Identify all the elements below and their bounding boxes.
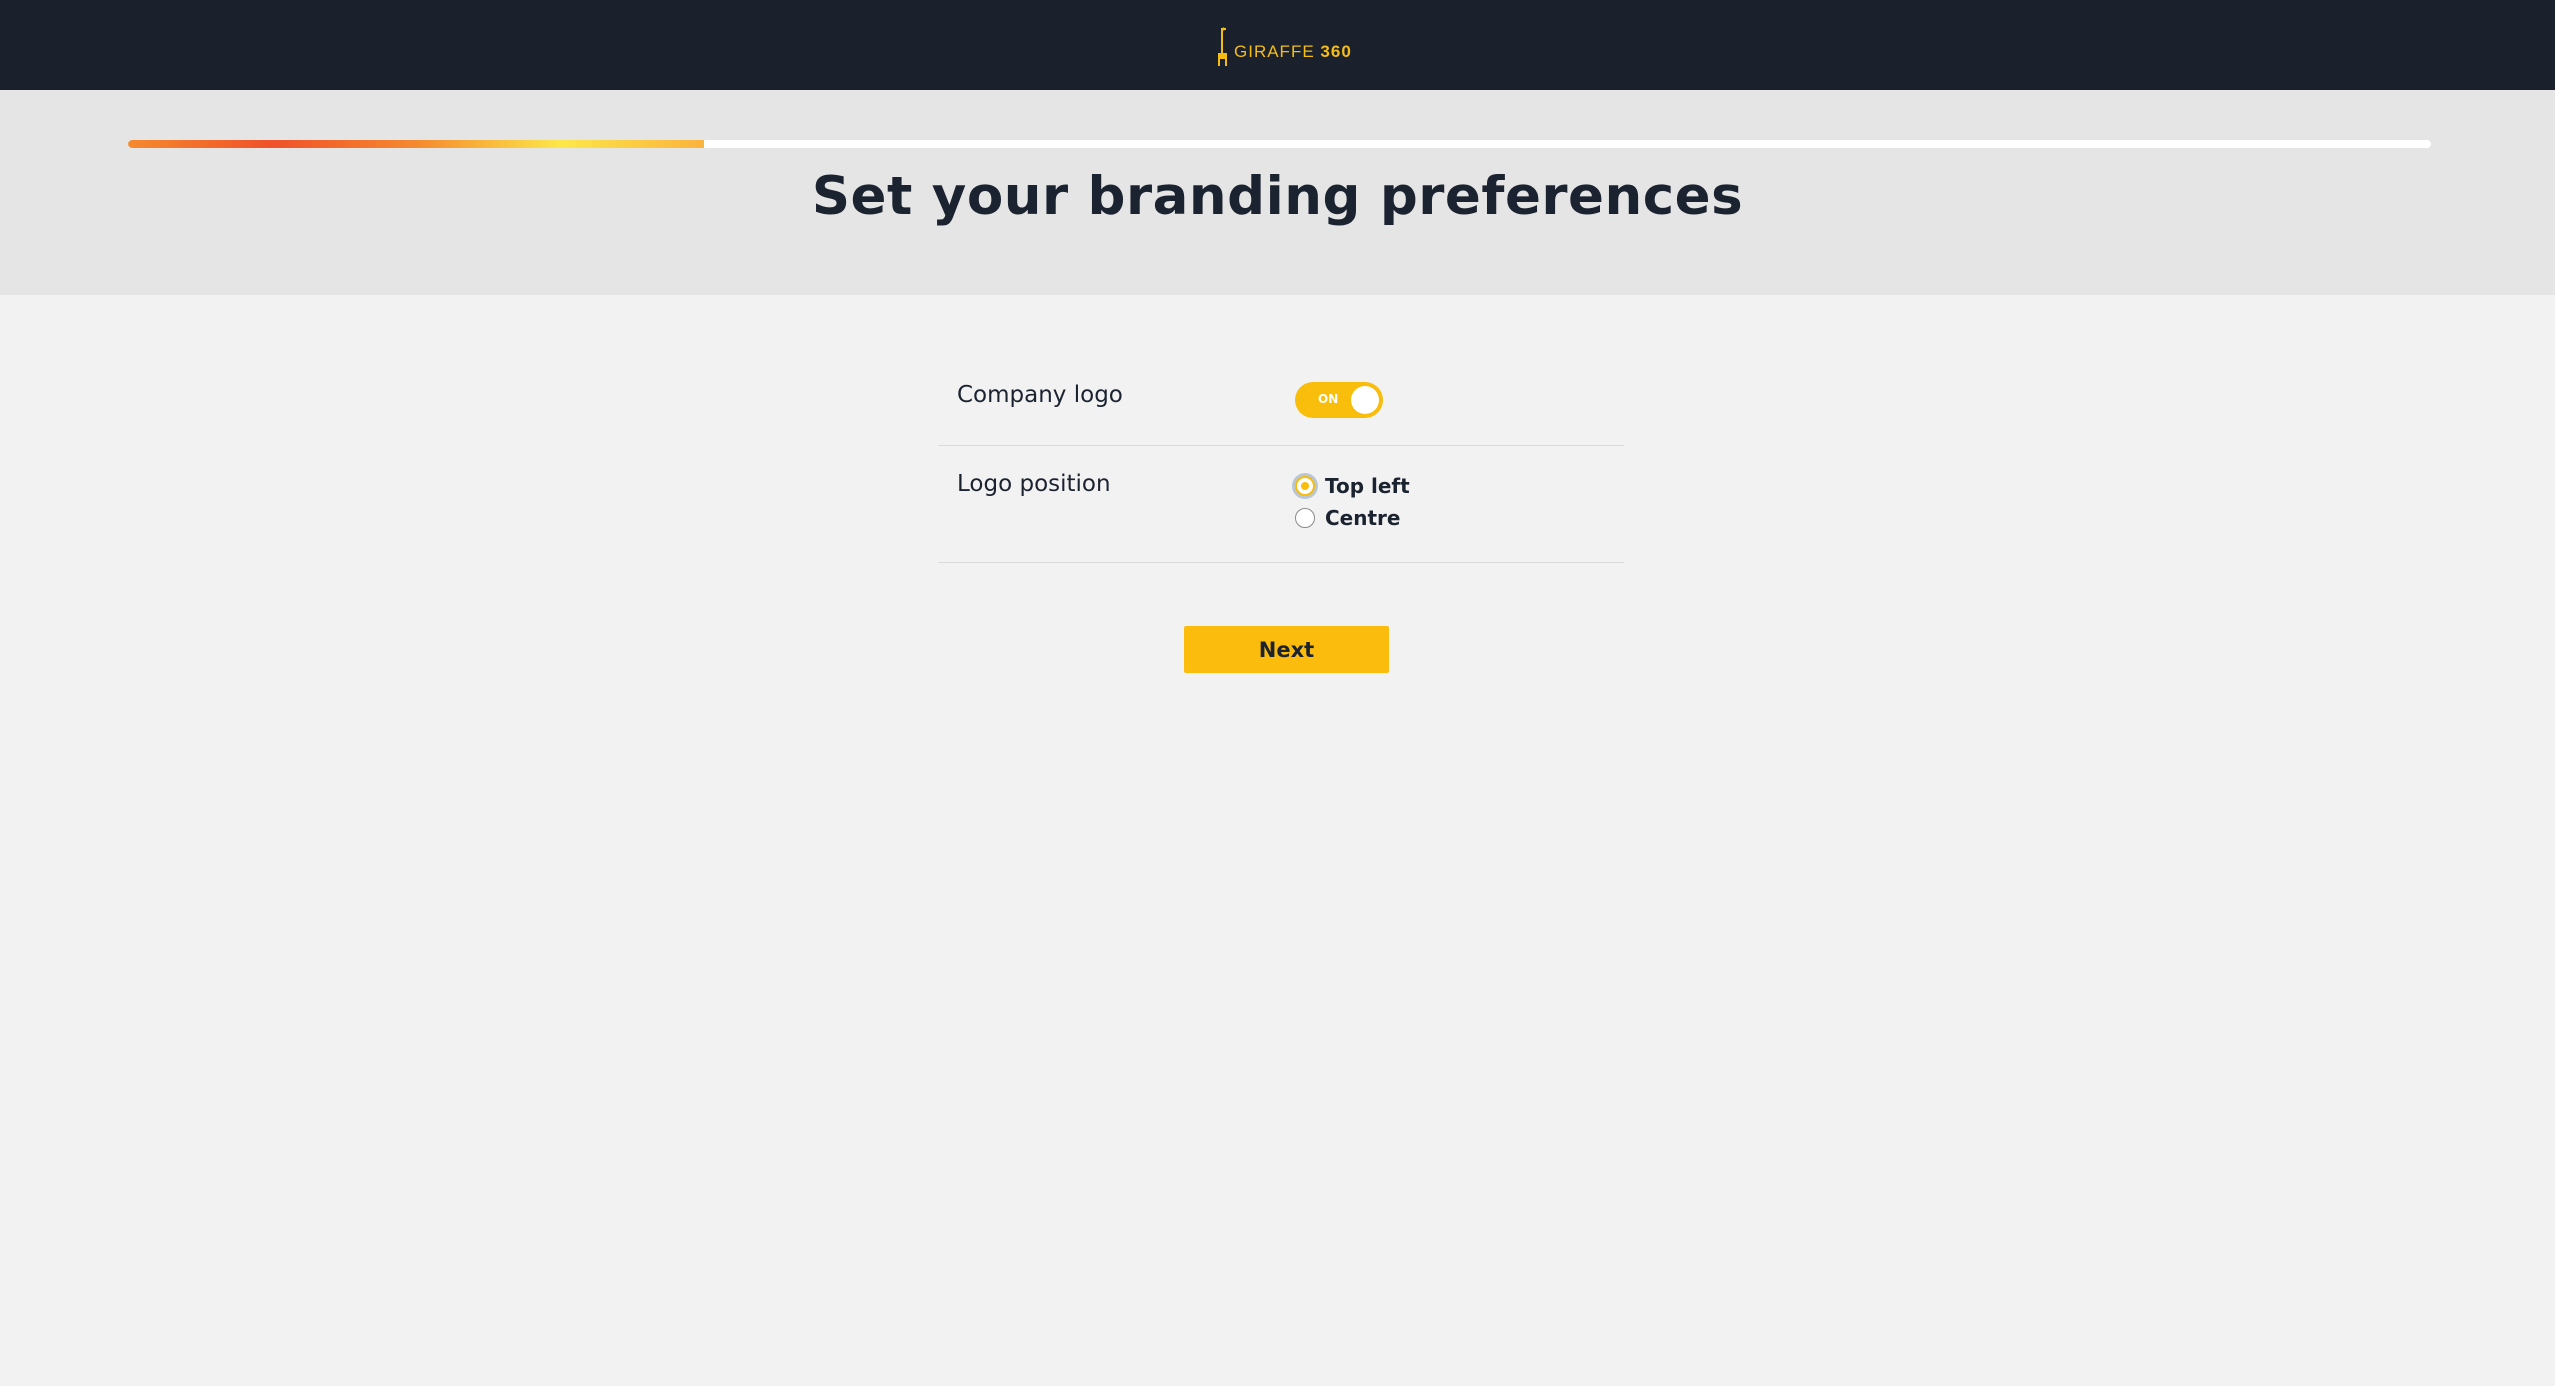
brand-name: GIRAFFE 360: [1234, 42, 1352, 62]
radio-option-top-left[interactable]: Top left: [1295, 474, 1410, 498]
branding-form: Company logo ON: [938, 360, 1624, 563]
brand-name-word: GIRAFFE: [1234, 42, 1315, 61]
progress-bar: [128, 140, 2431, 148]
brand-number: 360: [1320, 42, 1352, 61]
next-button[interactable]: Next: [1184, 626, 1389, 673]
radio-option-centre[interactable]: Centre: [1295, 506, 1400, 530]
radio-label-centre[interactable]: Centre: [1325, 506, 1400, 530]
radio-button-centre[interactable]: [1295, 508, 1315, 528]
logo-position-label: Logo position: [957, 471, 1111, 497]
radio-button-top-left[interactable]: [1295, 476, 1315, 496]
giraffe-icon: [1214, 26, 1228, 66]
toggle-state-text: ON: [1318, 392, 1339, 406]
company-logo-row: Company logo ON: [938, 360, 1624, 446]
radio-label-top-left[interactable]: Top left: [1325, 474, 1410, 498]
page-title: Set your branding preferences: [811, 166, 1744, 227]
progress-bar-fill: [128, 140, 704, 148]
company-logo-label: Company logo: [957, 382, 1123, 408]
brand-logo[interactable]: GIRAFFE 360: [1214, 22, 1352, 66]
toggle-knob: [1351, 386, 1379, 414]
company-logo-toggle[interactable]: ON: [1295, 382, 1383, 418]
top-navigation-bar: GIRAFFE 360: [0, 0, 2555, 90]
logo-position-row: [938, 446, 1624, 563]
